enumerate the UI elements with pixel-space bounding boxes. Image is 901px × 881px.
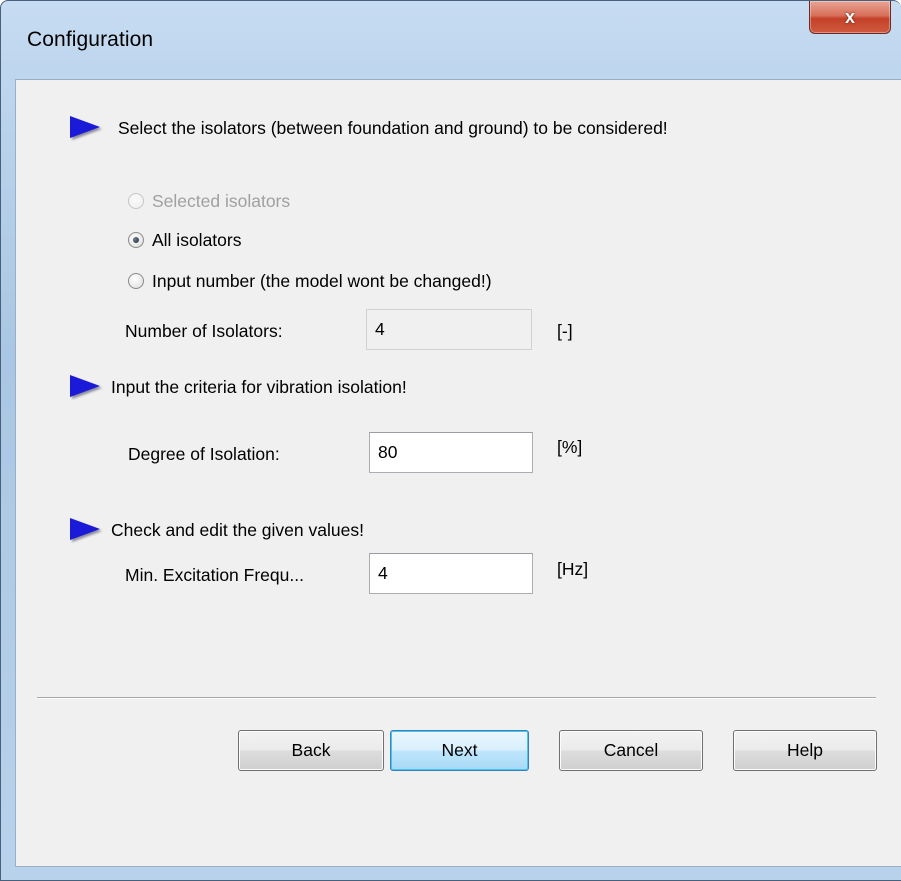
pointer-arrow-icon bbox=[70, 116, 100, 138]
number-of-isolators-unit: [-] bbox=[557, 321, 573, 341]
radio-label: Selected isolators bbox=[152, 190, 291, 211]
number-of-isolators-field: 4 bbox=[366, 309, 532, 350]
pointer-arrow-icon bbox=[70, 375, 100, 397]
isolators-heading: Select the isolators (between foundation… bbox=[118, 118, 668, 138]
degree-of-isolation-label: Degree of Isolation: bbox=[128, 444, 280, 464]
criteria-heading: Input the criteria for vibration isolati… bbox=[111, 377, 407, 397]
radio-all-isolators[interactable]: All isolators bbox=[128, 228, 241, 252]
radio-button[interactable] bbox=[128, 273, 144, 289]
min-excitation-frequency-label: Min. Excitation Frequ... bbox=[125, 565, 304, 585]
cancel-button[interactable]: Cancel bbox=[559, 730, 703, 771]
values-heading: Check and edit the given values! bbox=[111, 520, 364, 540]
radio-input-number[interactable]: Input number (the model wont be changed!… bbox=[128, 269, 492, 293]
radio-selected-dot bbox=[133, 237, 139, 243]
radio-button[interactable] bbox=[128, 232, 144, 248]
close-button[interactable]: x bbox=[809, 1, 891, 34]
radio-label: Input number (the model wont be changed!… bbox=[152, 270, 492, 291]
window-title: Configuration bbox=[27, 28, 154, 51]
close-icon: x bbox=[844, 6, 855, 27]
next-button[interactable]: Next bbox=[390, 730, 529, 771]
help-button[interactable]: Help bbox=[733, 730, 877, 771]
radio-label: All isolators bbox=[152, 229, 242, 250]
pointer-arrow-icon bbox=[70, 518, 100, 540]
title-bar[interactable]: Configuration x bbox=[1, 1, 901, 79]
degree-of-isolation-unit: [%] bbox=[557, 437, 583, 457]
min-excitation-frequency-input[interactable]: 4 bbox=[369, 553, 533, 594]
radio-button[interactable] bbox=[128, 193, 144, 209]
back-button[interactable]: Back bbox=[238, 730, 384, 771]
button-separator bbox=[37, 697, 876, 699]
degree-of-isolation-input[interactable]: 80 bbox=[369, 432, 533, 473]
configuration-window: Configuration x Select the isolators (be… bbox=[0, 0, 901, 881]
radio-selected-isolators[interactable]: Selected isolators bbox=[128, 189, 290, 213]
min-excitation-frequency-unit: [Hz] bbox=[557, 559, 589, 579]
number-of-isolators-label: Number of Isolators: bbox=[125, 321, 283, 341]
